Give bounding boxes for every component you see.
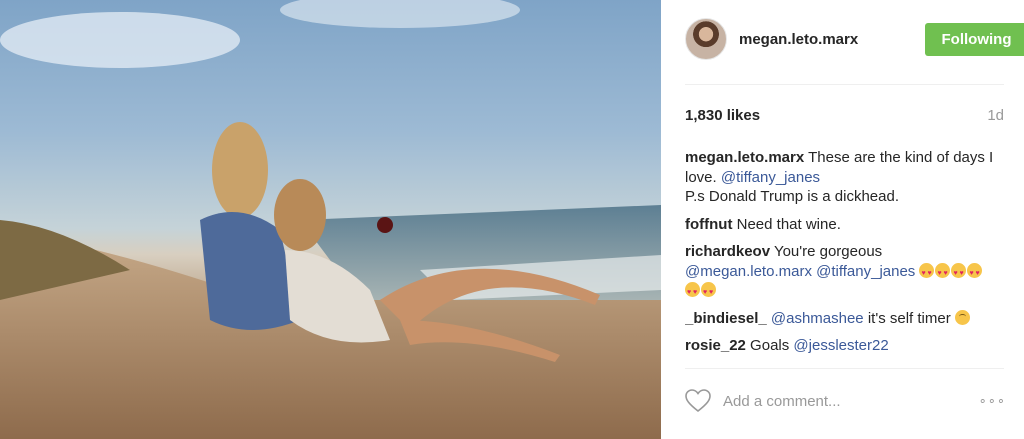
post-side-panel: megan.leto.marx Following 1,830 likes 1d… bbox=[661, 0, 1024, 439]
mention-link[interactable]: @ashmashee bbox=[771, 310, 864, 327]
heart-eyes-emoji-icon bbox=[935, 262, 951, 283]
more-options-icon[interactable]: ∘∘∘ bbox=[979, 393, 1006, 409]
comment-text: You're gorgeous bbox=[770, 243, 883, 260]
post-username[interactable]: megan.leto.marx bbox=[739, 31, 858, 48]
comment-username[interactable]: rosie_22 bbox=[685, 337, 746, 354]
comment-username[interactable]: foffnut bbox=[685, 216, 732, 233]
likes-count[interactable]: 1,830 likes bbox=[685, 107, 760, 124]
following-button[interactable]: Following bbox=[925, 23, 1024, 56]
mention-link[interactable]: @megan.leto.marx bbox=[685, 263, 812, 280]
like-heart-icon[interactable] bbox=[685, 389, 711, 413]
mention-link[interactable]: @tiffany_janes bbox=[721, 169, 820, 186]
comment-item: richardkeov You're gorgeous @megan.leto.… bbox=[685, 242, 997, 303]
post-age[interactable]: 1d bbox=[987, 107, 1004, 124]
footer-divider bbox=[685, 368, 1004, 369]
mention-link[interactable]: @tiffany_janes bbox=[816, 263, 915, 280]
comment-text: Goals bbox=[745, 337, 794, 354]
comment-item: _bindiesel_ @ashmashee it's self timer bbox=[685, 309, 997, 329]
post-header: megan.leto.marx Following bbox=[685, 16, 1024, 64]
comment-item: rosie_22 Goals @jesslester22 bbox=[685, 336, 997, 356]
comment-text: it's self timer bbox=[863, 309, 951, 327]
beach-scene bbox=[0, 0, 661, 439]
post-photo[interactable] bbox=[0, 0, 661, 439]
comment-item: megan.leto.marx These are the kind of da… bbox=[685, 148, 997, 207]
comment-username[interactable]: richardkeov bbox=[685, 243, 770, 260]
comment-text: Need that wine. bbox=[732, 215, 841, 233]
comment-username[interactable]: _bindiesel_ bbox=[685, 310, 767, 327]
comment-item: foffnut Need that wine. bbox=[685, 215, 997, 235]
heart-eyes-emoji-icon bbox=[701, 282, 716, 303]
heart-eyes-emoji-icon bbox=[685, 282, 700, 303]
heart-eyes-emoji-icon bbox=[919, 262, 935, 283]
heart-eyes-emoji-icon bbox=[967, 262, 983, 283]
header-divider bbox=[685, 84, 1004, 85]
comments-list[interactable]: megan.leto.marx These are the kind of da… bbox=[685, 148, 997, 367]
comment-text: P.s Donald Trump is a dickhead. bbox=[685, 188, 900, 205]
comment-username[interactable]: megan.leto.marx bbox=[685, 149, 804, 166]
upside-down-face-emoji-icon bbox=[954, 309, 970, 325]
avatar[interactable] bbox=[685, 18, 727, 60]
mention-link[interactable]: @jesslester22 bbox=[793, 337, 888, 354]
add-comment-input[interactable] bbox=[723, 390, 953, 412]
heart-eyes-emoji-icon bbox=[951, 262, 967, 283]
